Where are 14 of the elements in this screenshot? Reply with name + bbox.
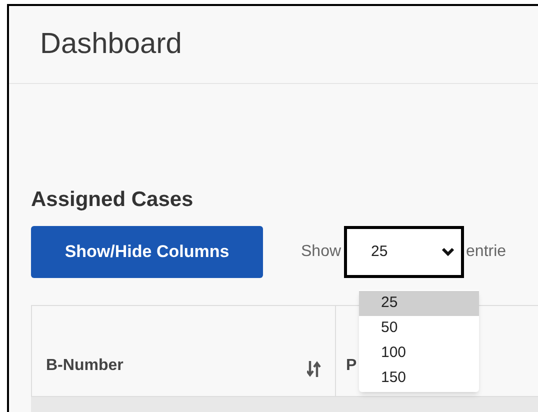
dropdown-option[interactable]: 25 (359, 291, 479, 316)
entries-select[interactable]: 25 (344, 226, 464, 278)
show-label: Show (301, 242, 342, 262)
show-hide-columns-button[interactable]: Show/Hide Columns (31, 226, 263, 278)
dropdown-option[interactable]: 100 (359, 341, 479, 366)
entries-label: entrie (466, 242, 506, 262)
dropdown-option[interactable]: 50 (359, 316, 479, 341)
dropdown-option[interactable]: 150 (359, 366, 479, 391)
section-title: Assigned Cases (31, 189, 194, 210)
sort-icon[interactable] (307, 360, 321, 378)
chevron-icon (441, 247, 456, 257)
column-header[interactable]: B-Number (46, 354, 124, 378)
page-title: Dashboard (40, 26, 182, 62)
column-header[interactable]: P (346, 354, 357, 378)
